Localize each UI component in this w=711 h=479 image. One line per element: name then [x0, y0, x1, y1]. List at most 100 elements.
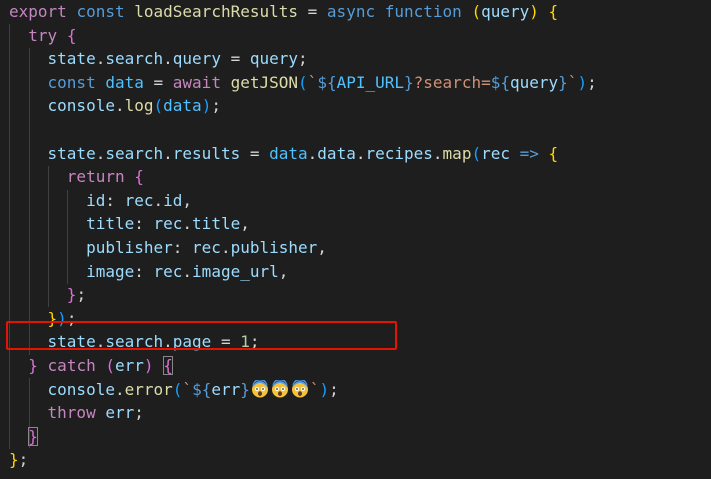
code-token: ${: [192, 379, 212, 399]
code-token: state: [47, 143, 96, 163]
code-line[interactable]: console.log(data);: [9, 94, 221, 118]
code-line[interactable]: };: [9, 448, 28, 472]
code-token: rec: [481, 143, 510, 163]
code-token: title: [192, 214, 241, 234]
code-token: data: [317, 143, 356, 163]
code-token: query: [509, 72, 559, 92]
code-line[interactable]: id: rec.id,: [9, 189, 192, 213]
code-line[interactable]: publisher: rec.publisher,: [9, 236, 327, 260]
face-screaming-in-fear-icon: [251, 379, 269, 398]
code-token: console: [47, 379, 115, 399]
code-token: ;: [329, 379, 339, 399]
code-line[interactable]: export const loadSearchResults = async f…: [9, 0, 558, 24]
code-token: .: [432, 143, 443, 163]
code-token: export: [9, 2, 67, 21]
code-token: publisher: [230, 238, 318, 257]
code-token: data: [105, 72, 144, 92]
code-token: `: [567, 72, 578, 92]
code-token: publisher: [86, 238, 173, 257]
code-line[interactable]: return {: [9, 165, 144, 189]
code-line[interactable]: console.error(`${err} `);: [9, 378, 339, 402]
code-token: error: [124, 379, 173, 399]
code-token: (: [172, 379, 183, 399]
code-line[interactable]: } catch (err) {: [9, 354, 173, 378]
code-line[interactable]: image: rec.image_url,: [9, 260, 288, 284]
code-line[interactable]: };: [9, 283, 86, 307]
code-token: ): [319, 379, 330, 399]
code-token: .: [114, 379, 125, 399]
code-token: :: [172, 238, 193, 257]
code-token: err: [105, 403, 135, 423]
code-line[interactable]: const data = await getJSON(`${API_URL}?s…: [9, 71, 597, 95]
code-token: (: [105, 356, 115, 375]
code-token: .: [95, 49, 106, 69]
code-line[interactable]: state.search.query = query;: [9, 47, 308, 71]
code-line[interactable]: }: [9, 425, 38, 449]
code-token: }: [28, 356, 38, 375]
code-token: loadSearchResults: [134, 2, 299, 21]
code-line[interactable]: state.search.results = data.data.recipes…: [9, 142, 559, 166]
code-token: :: [134, 214, 154, 234]
code-editor[interactable]: export const loadSearchResults = async f…: [0, 0, 711, 479]
code-token: data: [269, 143, 308, 163]
code-token: ): [143, 356, 154, 375]
code-token: ): [201, 96, 212, 116]
code-line[interactable]: title: rec.title,: [9, 212, 250, 236]
code-token: const: [47, 72, 96, 92]
code-token: ${: [490, 72, 510, 92]
code-token: ,: [240, 214, 250, 234]
code-line[interactable]: try {: [9, 24, 76, 48]
code-token: catch: [47, 356, 96, 375]
code-token: map: [442, 143, 472, 163]
code-token: async: [326, 2, 376, 21]
code-token: query: [481, 2, 530, 21]
code-token: return: [66, 167, 125, 187]
face-screaming-in-fear-icon: [271, 379, 289, 398]
code-token: data: [163, 96, 202, 116]
code-token: await: [172, 72, 221, 92]
code-token: }: [9, 450, 19, 470]
code-token: search: [105, 143, 164, 163]
code-token: .: [163, 143, 173, 163]
code-token: image: [86, 261, 135, 281]
face-screaming-in-fear-icon: [291, 379, 309, 398]
code-token: state: [47, 49, 96, 69]
code-token: .: [95, 143, 106, 163]
code-token: function: [384, 2, 462, 21]
code-token: }: [240, 379, 250, 399]
code-token: }: [66, 285, 77, 305]
code-token: ;: [18, 450, 29, 470]
code-token: .: [114, 96, 125, 116]
code-token: .: [220, 238, 231, 257]
code-line[interactable]: throw err;: [9, 401, 144, 425]
code-token: results: [172, 143, 241, 163]
code-token: {: [66, 25, 77, 45]
code-token: .: [182, 214, 193, 234]
code-token: query: [249, 49, 299, 69]
code-token: recipes: [365, 143, 433, 163]
code-token: ): [577, 72, 588, 92]
code-token: .: [153, 190, 164, 210]
code-token: .: [307, 143, 318, 163]
code-token: try: [28, 25, 58, 45]
